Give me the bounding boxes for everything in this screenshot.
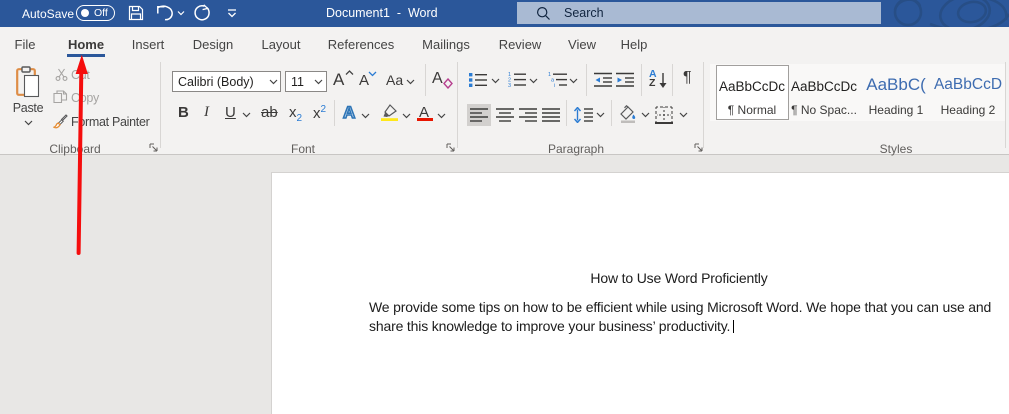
svg-text:3: 3 <box>508 83 511 88</box>
svg-text:i: i <box>554 83 555 88</box>
